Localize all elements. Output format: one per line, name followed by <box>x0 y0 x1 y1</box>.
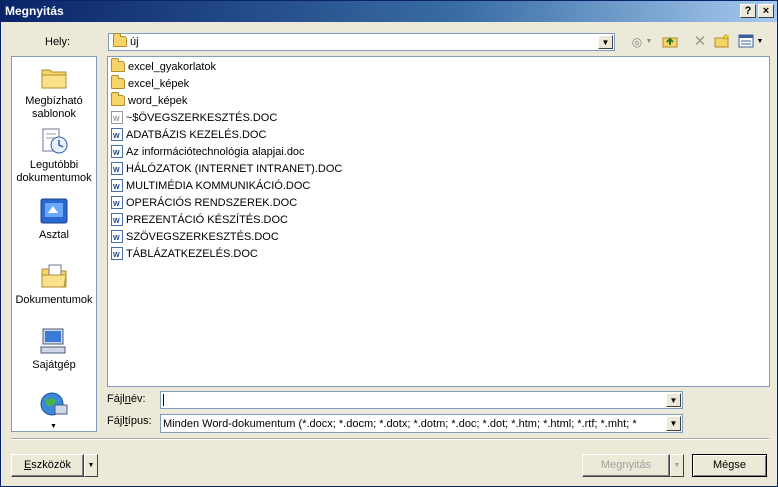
my-computer-icon <box>39 327 69 355</box>
chevron-down-icon[interactable]: ▼ <box>598 35 613 49</box>
folder-icon <box>111 75 125 89</box>
file-list: excel_gyakorlatok excel_képek word_képek… <box>107 56 770 387</box>
list-item[interactable]: word_képek <box>111 92 187 109</box>
scroll-down-icon[interactable]: ▼ <box>50 423 57 430</box>
views-icon[interactable] <box>737 34 755 50</box>
word-document-icon <box>111 230 123 247</box>
filename-label: Fájlnév: <box>107 393 146 405</box>
lookin-combo[interactable]: új ▼ <box>108 33 615 51</box>
place-recent-documents[interactable]: Legutóbbi dokumentumok <box>12 127 96 185</box>
separator <box>11 438 769 440</box>
word-document-icon <box>111 162 123 179</box>
word-document-icon <box>111 213 123 230</box>
recent-documents-icon <box>39 127 69 155</box>
chevron-down-icon[interactable]: ▼ <box>666 393 681 407</box>
folder-icon <box>111 92 125 106</box>
filetype-select[interactable]: Minden Word-dokumentum (*.docx; *.docm; … <box>160 414 683 433</box>
close-button[interactable]: × <box>758 4 774 18</box>
list-item[interactable]: OPERÁCIÓS RENDSZEREK.DOC <box>111 195 297 213</box>
tools-button[interactable]: Eszközök <box>11 454 84 477</box>
list-item[interactable]: Az információtechnológia alapjai.doc <box>111 144 305 162</box>
documents-icon <box>39 262 69 290</box>
list-item[interactable]: SZÖVEGSZERKESZTÉS.DOC <box>111 229 279 247</box>
back-icon[interactable]: ◎ <box>628 34 646 50</box>
help-button[interactable]: ? <box>740 4 756 18</box>
up-folder-icon[interactable] <box>661 34 679 50</box>
list-item[interactable]: excel_gyakorlatok <box>111 58 216 75</box>
lookin-value: új <box>130 36 139 48</box>
word-document-icon <box>111 111 123 128</box>
word-document-icon <box>111 145 123 162</box>
title-bar: Megnyitás ? × <box>1 1 777 22</box>
back-dropdown-icon[interactable]: ▼ <box>645 34 653 50</box>
window-title: Megnyitás <box>5 4 64 18</box>
place-my-computer[interactable]: Sajátgép <box>12 327 96 372</box>
filename-field[interactable]: ▼ <box>160 391 683 409</box>
filetype-label: Fájltípus: <box>107 415 152 427</box>
list-item[interactable]: MULTIMÉDIA KOMMUNIKÁCIÓ.DOC <box>111 178 310 196</box>
places-bar: Megbízható sablonok Legutóbbi dokumentum… <box>11 56 97 432</box>
list-item[interactable]: TÁBLÁZATKEZELÉS.DOC <box>111 246 258 264</box>
list-item[interactable]: HÁLÓZATOK (INTERNET INTRANET).DOC <box>111 161 342 179</box>
trusted-templates-icon <box>39 63 69 91</box>
desktop-icon <box>39 197 69 225</box>
open-dropdown-icon[interactable]: ▼ <box>670 454 684 477</box>
delete-icon[interactable]: ✕ <box>691 34 709 50</box>
open-button[interactable]: Megnyitás <box>582 454 670 477</box>
views-dropdown-icon[interactable]: ▼ <box>755 34 765 50</box>
word-document-icon <box>111 247 123 264</box>
cancel-button[interactable]: Mégse <box>692 454 767 477</box>
list-item[interactable]: PREZENTÁCIÓ KÉSZÍTÉS.DOC <box>111 212 288 230</box>
place-desktop[interactable]: Asztal <box>12 197 96 242</box>
list-item[interactable]: ADATBÁZIS KEZELÉS.DOC <box>111 127 266 145</box>
place-trusted-templates[interactable]: Megbízható sablonok <box>12 63 96 121</box>
place-network[interactable] <box>12 391 96 423</box>
lookin-label: Hely: <box>45 36 71 48</box>
folder-icon <box>111 58 125 72</box>
tools-dropdown-icon[interactable]: ▼ <box>84 454 98 477</box>
text-cursor <box>163 394 164 406</box>
chevron-down-icon[interactable]: ▼ <box>666 416 681 431</box>
open-dialog: Megnyitás ? × Hely: új ▼ ◎ ▼ ✕ ▼ Megbízh… <box>0 0 778 487</box>
folder-icon <box>113 33 127 47</box>
list-item[interactable]: ~$ÖVEGSZERKESZTÉS.DOC <box>111 110 277 128</box>
new-folder-icon[interactable] <box>713 33 731 50</box>
word-document-icon <box>111 179 123 196</box>
word-document-icon <box>111 196 123 213</box>
word-document-icon <box>111 128 123 145</box>
list-item[interactable]: excel_képek <box>111 75 189 92</box>
network-icon <box>39 391 69 419</box>
place-documents[interactable]: Dokumentumok <box>12 262 96 307</box>
